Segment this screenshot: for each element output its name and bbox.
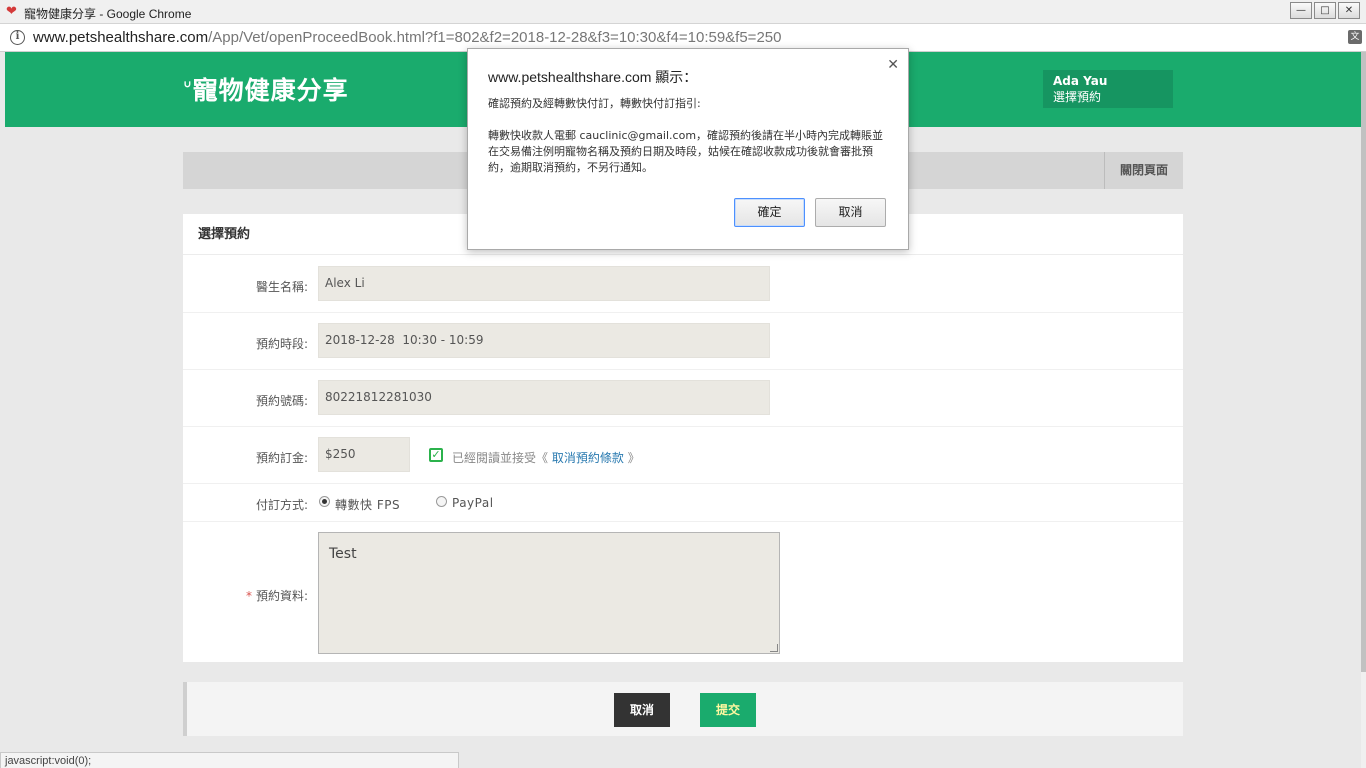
info-label: * 預約資料:	[246, 587, 308, 604]
deposit-label: 預約訂金:	[255, 451, 308, 465]
payment-row: 付訂方式: 轉數快 FPS PayPal	[183, 484, 1183, 522]
site-info-icon[interactable]: i	[10, 30, 25, 45]
terms-checkbox-icon[interactable]: ✓	[429, 448, 443, 462]
dialog-ok-button[interactable]: 確定	[734, 198, 805, 227]
user-subtitle: 選擇預約	[1053, 90, 1102, 104]
user-menu[interactable]: Ada Yau 選擇預約	[1043, 70, 1173, 108]
heart-favicon-icon: ❤	[6, 4, 17, 19]
deposit-field[interactable]: $250	[318, 437, 410, 472]
deposit-row: 預約訂金: $250 ✓ 已經閱讀並接受《 取消預約條款 》	[183, 427, 1183, 484]
booking-info-textarea[interactable]: Test	[318, 532, 780, 654]
booking-panel: 選擇預約 醫生名稱: Alex Li 預約時段: 2018-12-28 10:3…	[183, 214, 1183, 662]
maximize-button[interactable]: □	[1314, 2, 1336, 19]
status-bar: javascript:void(0);	[0, 752, 459, 768]
window-title: 寵物健康分享 - Google Chrome	[24, 7, 192, 21]
url-text[interactable]: www.petshealthshare.com/App/Vet/openProc…	[33, 29, 781, 46]
url-path: /App/Vet/openProceedBook.html?f1=802&f2=…	[208, 29, 782, 46]
dialog-close-icon[interactable]: ✕	[887, 57, 899, 73]
payment-label: 付訂方式:	[255, 498, 308, 512]
number-row: 預約號碼: 80221812281030	[183, 370, 1183, 427]
page-scrollbar[interactable]	[1361, 52, 1366, 768]
dialog-message-line1: 確認預約及經轉數快付訂，轉數快付訂指引:	[488, 97, 701, 110]
fps-radio[interactable]	[319, 496, 330, 507]
logo-text: 寵物健康分享	[192, 76, 349, 105]
close-page-button[interactable]: 關閉頁面	[1104, 152, 1183, 189]
fps-radio-label[interactable]: 轉數快 FPS	[335, 496, 400, 513]
user-name: Ada Yau	[1053, 74, 1108, 88]
minimize-button[interactable]: —	[1290, 2, 1312, 19]
booking-info-value: Test	[329, 546, 357, 562]
info-label-text: 預約資料:	[255, 589, 308, 603]
cancel-button[interactable]: 取消	[614, 693, 670, 727]
form-footer: 取消 提交	[183, 682, 1183, 736]
time-row: 預約時段: 2018-12-28 10:30 - 10:59	[183, 313, 1183, 370]
stethoscope-icon: ᐡ	[183, 76, 192, 102]
doctor-label: 醫生名稱:	[255, 280, 308, 294]
number-label: 預約號碼:	[255, 394, 308, 408]
window-controls: — □ ✕	[1290, 2, 1360, 19]
time-label: 預約時段:	[255, 337, 308, 351]
required-mark: *	[245, 589, 252, 603]
scrollbar-thumb[interactable]	[1361, 52, 1366, 672]
paypal-radio[interactable]	[436, 496, 447, 507]
translate-icon[interactable]: 文	[1348, 30, 1362, 44]
close-window-button[interactable]: ✕	[1338, 2, 1360, 19]
confirm-dialog: www.petshealthshare.com 顯示： ✕ 確認預約及經轉數快付…	[467, 48, 909, 250]
resize-grip-icon[interactable]	[770, 644, 778, 652]
terms-prefix: 已經閱讀並接受《	[452, 451, 549, 465]
site-logo[interactable]: ᐡ 寵物健康分享	[183, 72, 349, 106]
doctor-field[interactable]: Alex Li	[318, 266, 770, 301]
dialog-message: 確認預約及經轉數快付訂，轉數快付訂指引: 轉數快收款人電郵 cauclinic@…	[488, 96, 893, 192]
url-host: www.petshealthshare.com	[33, 29, 209, 46]
time-field[interactable]: 2018-12-28 10:30 - 10:59	[318, 323, 770, 358]
terms-suffix: 》	[627, 451, 640, 465]
info-row: * 預約資料: Test	[183, 522, 1183, 662]
submit-button[interactable]: 提交	[700, 693, 756, 727]
terms-link[interactable]: 取消預約條款	[552, 451, 624, 465]
paypal-radio-label[interactable]: PayPal	[452, 496, 494, 510]
number-field[interactable]: 80221812281030	[318, 380, 770, 415]
doctor-row: 醫生名稱: Alex Li	[183, 256, 1183, 313]
dialog-title: www.petshealthshare.com 顯示：	[488, 69, 698, 85]
dialog-cancel-button[interactable]: 取消	[815, 198, 886, 227]
dialog-message-line2: 轉數快收款人電郵 cauclinic@gmail.com，確認預約後請在半小時內…	[488, 129, 884, 174]
terms-text: 已經閱讀並接受《 取消預約條款 》	[452, 449, 640, 466]
window-titlebar: ❤ 寵物健康分享 - Google Chrome — □ ✕	[0, 0, 1366, 24]
